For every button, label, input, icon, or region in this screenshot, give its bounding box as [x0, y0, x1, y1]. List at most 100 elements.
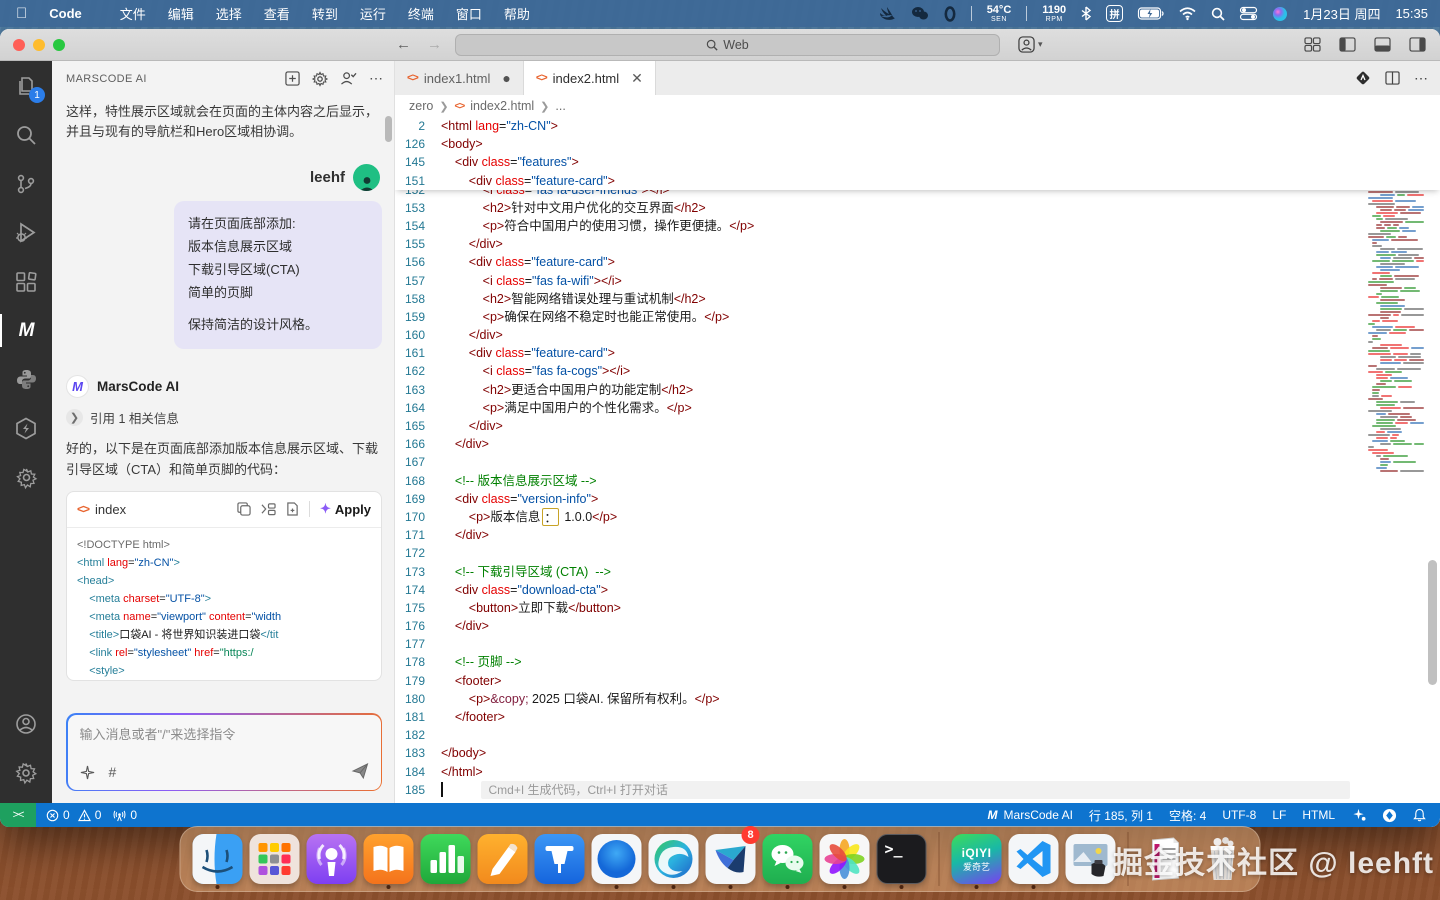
tab-index2[interactable]: <> index2.html ✕ [524, 61, 656, 95]
fan-rpm-status[interactable]: 1190 RPM [1042, 5, 1066, 23]
code-line[interactable]: 181 </footer> [395, 708, 1440, 726]
status-sync-circle[interactable] [1382, 808, 1397, 823]
close-window-button[interactable] [13, 39, 25, 51]
control-center-icon[interactable] [1240, 5, 1257, 23]
swift-bird-icon[interactable] [879, 5, 896, 23]
command-center-search[interactable]: Web [455, 34, 1000, 56]
wifi-icon[interactable] [1179, 5, 1196, 23]
search-activity-icon[interactable] [0, 110, 52, 159]
source-control-activity-icon[interactable] [0, 159, 52, 208]
account-menu[interactable]: ▾ [1018, 36, 1043, 53]
menu-item-文件[interactable]: 文件 [120, 4, 146, 23]
hex-plugin-activity-icon[interactable] [0, 404, 52, 453]
code-line[interactable]: 177 [395, 635, 1440, 653]
code-line[interactable]: 174 <div class="download-cta"> [395, 581, 1440, 599]
dock-safari[interactable] [592, 830, 642, 888]
code-line[interactable]: 160 </div> [395, 326, 1440, 344]
toggle-left-sidebar-icon[interactable] [1339, 37, 1356, 52]
inline-chat-hint-line[interactable]: 185Cmd+I 生成代码，Ctrl+I 打开对话 [395, 781, 1440, 799]
toggle-panel-icon[interactable] [1374, 37, 1391, 52]
dock-vscode[interactable] [1009, 830, 1059, 888]
status-bell[interactable] [1413, 808, 1426, 822]
settings-gear-icon[interactable] [312, 71, 328, 87]
code-line[interactable]: 164 <p>满足中国用户的个性化需求。</p> [395, 399, 1440, 417]
code-line[interactable]: 168 <!-- 版本信息展示区域 --> [395, 472, 1440, 490]
window-titlebar[interactable]: ← → Web ▾ [0, 29, 1440, 61]
explorer-activity-icon[interactable]: 1 [0, 61, 52, 110]
settings-icon[interactable] [0, 748, 52, 797]
layout-grid-icon[interactable] [1304, 37, 1321, 52]
code-editor[interactable]: 2<html lang="zh-CN">126<body>145 <div cl… [395, 117, 1440, 803]
breadcrumb[interactable]: zero ❯ <> index2.html ❯ ... [395, 95, 1440, 117]
battery-icon[interactable] [1138, 5, 1164, 23]
modified-dot-icon[interactable]: ● [502, 70, 510, 86]
nav-forward-button[interactable]: → [427, 36, 442, 53]
tools-activity-icon[interactable] [0, 453, 52, 502]
dock-edge[interactable] [649, 830, 699, 888]
code-line[interactable]: 167 [395, 453, 1440, 471]
nav-back-button[interactable]: ← [396, 36, 411, 53]
zoom-window-button[interactable] [53, 39, 65, 51]
menu-item-转到[interactable]: 转到 [312, 4, 338, 23]
menu-item-终端[interactable]: 终端 [408, 4, 434, 23]
dock-keynote[interactable] [535, 830, 585, 888]
code-line[interactable]: 145 <div class="features"> [395, 153, 1440, 171]
input-method-icon[interactable]: 拼 [1106, 5, 1123, 22]
code-line[interactable]: 183</body> [395, 744, 1440, 762]
code-line[interactable]: 171 </div> [395, 526, 1440, 544]
bluetooth-icon[interactable] [1081, 5, 1091, 23]
extensions-activity-icon[interactable] [0, 257, 52, 306]
code-line[interactable]: 155 </div> [395, 235, 1440, 253]
new-chat-icon[interactable] [285, 71, 300, 86]
code-card-body[interactable]: <!DOCTYPE html><html lang="zh-CN"><head>… [67, 528, 381, 680]
copy-icon[interactable] [237, 502, 251, 516]
marscode-activity-icon[interactable]: M [0, 306, 52, 355]
user-check-icon[interactable] [340, 71, 357, 86]
zero-app-icon[interactable] [944, 5, 956, 23]
new-file-icon[interactable] [286, 502, 299, 516]
dock-podcasts[interactable] [307, 830, 357, 888]
code-line[interactable]: 179 <footer> [395, 672, 1440, 690]
dock-iqiyi[interactable]: iQIYI爱奇艺 [952, 830, 1002, 888]
code-line[interactable]: 161 <div class="feature-card"> [395, 344, 1440, 362]
dock-preview[interactable] [1066, 830, 1116, 888]
marscode-diamond-icon[interactable] [1355, 70, 1371, 86]
editor-scrollbar[interactable] [1428, 560, 1437, 685]
status-lf[interactable]: LF [1272, 808, 1286, 822]
insert-code-icon[interactable] [261, 502, 276, 516]
dock-launchpad[interactable] [250, 830, 300, 888]
code-line[interactable]: 180 <p>&copy; 2025 口袋AI. 保留所有权利。</p> [395, 690, 1440, 708]
close-tab-icon[interactable]: ✕ [631, 70, 643, 87]
dock-bird-mail[interactable]: 8 [706, 830, 756, 888]
code-line[interactable]: 2<html lang="zh-CN"> [395, 117, 1440, 135]
code-line[interactable]: 165 </div> [395, 417, 1440, 435]
dock-books[interactable] [364, 830, 414, 888]
hash-context-icon[interactable]: # [109, 764, 117, 780]
code-line[interactable]: 153 <h2>针对中文用户优化的交互界面</h2> [395, 199, 1440, 217]
more-actions-icon[interactable]: ⋯ [369, 70, 384, 87]
send-icon[interactable] [352, 763, 369, 782]
commands-sparkle-icon[interactable] [80, 765, 95, 780]
code-line[interactable]: 157 <i class="fas fa-wifi"></i> [395, 272, 1440, 290]
remote-indicator[interactable]: >< [0, 803, 36, 827]
wechat-status-icon[interactable] [911, 5, 929, 23]
status-utf-8[interactable]: UTF-8 [1222, 808, 1256, 822]
menu-item-编辑[interactable]: 编辑 [168, 4, 194, 23]
menu-time[interactable]: 15:35 [1395, 6, 1428, 21]
code-line[interactable]: 152 <i class="fas fa-user-friends"></i> [395, 190, 1440, 199]
code-line[interactable]: 156 <div class="feature-card"> [395, 253, 1440, 271]
run-debug-activity-icon[interactable] [0, 208, 52, 257]
code-line[interactable]: 159 <p>确保在网络不稳定时也能正常使用。</p> [395, 308, 1440, 326]
dock-numbers[interactable] [421, 830, 471, 888]
dock-pages[interactable] [478, 830, 528, 888]
code-line[interactable]: 182 [395, 726, 1440, 744]
status--185-1[interactable]: 行 185, 列 1 [1089, 807, 1153, 824]
code-line[interactable]: 162 <i class="fas fa-cogs"></i> [395, 362, 1440, 380]
apply-button[interactable]: ✦ Apply [320, 501, 371, 517]
menu-item-选择[interactable]: 选择 [216, 4, 242, 23]
apple-menu-icon[interactable]:  [16, 5, 27, 22]
ports-status[interactable]: 0 [113, 808, 137, 822]
siri-icon[interactable] [1272, 5, 1288, 23]
code-line[interactable]: 169 <div class="version-info"> [395, 490, 1440, 508]
code-line[interactable]: 173 <!-- 下载引导区域 (CTA) --> [395, 563, 1440, 581]
